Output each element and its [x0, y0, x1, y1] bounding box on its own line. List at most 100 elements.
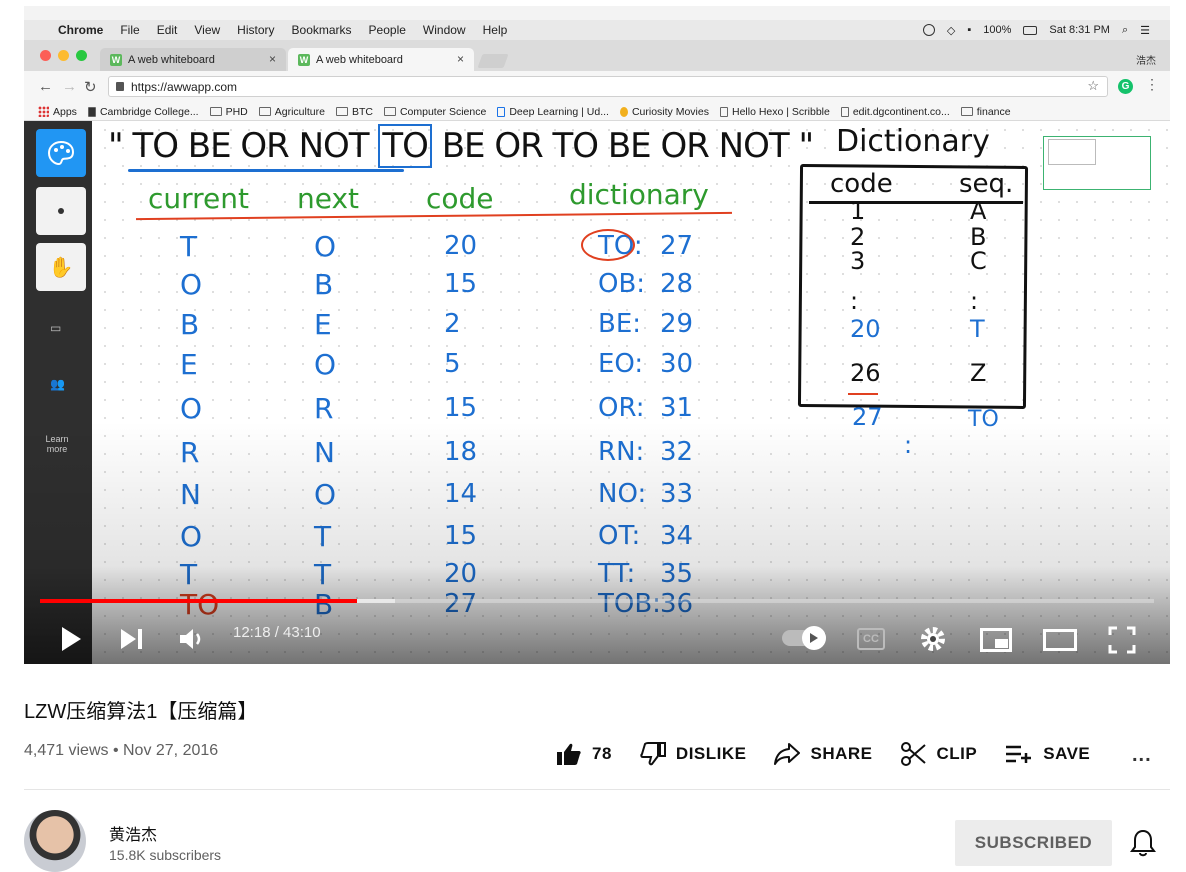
share-icon — [774, 743, 801, 765]
dict-col-code: code — [830, 169, 893, 199]
channel-avatar[interactable] — [24, 810, 86, 872]
theater-mode-button[interactable] — [1043, 629, 1077, 651]
dict-row-code: 2 — [850, 223, 866, 251]
row-dict-code: 31 — [660, 393, 694, 423]
battery-text: 100% — [983, 24, 1012, 36]
row-code: 15 — [444, 269, 478, 299]
browser-addressbar: ← → ↻ https://awwapp.com ☆ G ⋮ — [24, 71, 1170, 103]
page-icon — [840, 106, 849, 117]
subscribe-button[interactable]: SUBSCRIBED — [955, 820, 1112, 866]
minimize-window-icon — [58, 50, 69, 61]
dictionary-title: Dictionary — [836, 124, 990, 159]
add-user-icon: 👥 — [50, 377, 65, 391]
clip-button[interactable]: CLIP — [900, 742, 978, 766]
quote-underline — [128, 169, 404, 172]
battery-icon — [1023, 25, 1038, 35]
miniplayer-button[interactable] — [980, 628, 1012, 652]
dict-row-seq: B — [970, 223, 987, 251]
row-dict-entry: NO: — [598, 479, 647, 509]
row-code: 14 — [444, 479, 478, 509]
quote-part: BE OR TO BE OR NOT " — [431, 126, 814, 166]
more-actions-button[interactable]: ... — [1132, 744, 1152, 767]
video-meta: 4,471 views • Nov 27, 2016 — [24, 742, 219, 759]
settings-button[interactable] — [920, 626, 946, 652]
spotlight-icon: ⌕ — [1121, 23, 1129, 36]
bell-icon[interactable] — [1130, 829, 1156, 857]
wifi-icon: ◇ — [946, 24, 956, 37]
notification-icon: ☰ — [1140, 24, 1150, 37]
dict-row-seq: : — [970, 287, 979, 315]
like-button[interactable]: 78 — [556, 742, 612, 766]
dict-new-code: 27 — [852, 403, 883, 431]
dislike-label: DISLIKE — [675, 744, 747, 763]
video-player[interactable]: Chrome File Edit View History Bookmarks … — [24, 6, 1170, 664]
bookmark-item: Hello Hexo | Scribble — [719, 106, 830, 118]
time-display: 12:18 / 43:10 — [233, 624, 321, 641]
channel-name[interactable]: 黄浩杰 — [109, 821, 157, 845]
lock-icon — [116, 82, 124, 91]
row-code: 15 — [444, 393, 478, 423]
autoplay-toggle[interactable] — [782, 626, 826, 650]
close-tab-icon: × — [456, 52, 464, 66]
dictionary-header-line — [809, 201, 1023, 204]
row-dict-entry: OT: — [598, 521, 641, 551]
row-dict-code: 33 — [660, 479, 694, 509]
thumbs-up-icon — [557, 743, 581, 765]
minimap-viewport — [1048, 139, 1096, 165]
contact-card-icon: ▭ — [50, 321, 62, 335]
row-next: N — [314, 436, 335, 469]
menu-help: Help — [482, 23, 508, 37]
dict-row-code: 1 — [850, 197, 866, 225]
site-icon — [87, 106, 96, 117]
menu-people: People — [368, 23, 406, 37]
menu-chrome: Chrome — [58, 23, 104, 37]
row-dict-entry: BE: — [598, 309, 642, 339]
row-code: 5 — [444, 349, 461, 379]
fullscreen-button[interactable] — [1108, 626, 1136, 654]
row-dict-code: 27 — [660, 231, 694, 261]
profile-name: 浩杰 — [1136, 56, 1156, 67]
palette-icon — [47, 140, 75, 166]
browser-tab-active: W A web whiteboard × — [288, 48, 474, 71]
zoom-window-icon — [76, 50, 87, 61]
folder-icon — [335, 107, 348, 116]
playlist-add-icon — [1006, 745, 1032, 763]
menu-bookmarks: Bookmarks — [291, 23, 352, 37]
share-button[interactable]: SHARE — [774, 743, 872, 765]
bookmark-item: edit.dgcontinent.co... — [840, 106, 950, 118]
row-code: 15 — [444, 521, 478, 551]
clock-text: Sat 8:31 PM — [1049, 24, 1110, 36]
row-current: N — [180, 478, 201, 511]
row-dict-code: 29 — [660, 309, 694, 339]
row-next: E — [314, 308, 332, 341]
captions-button[interactable]: CC — [857, 628, 885, 650]
dislike-button[interactable]: DISLIKE — [640, 742, 747, 766]
bookmark-folder: finance — [960, 106, 1011, 118]
row-code: 20 — [444, 231, 478, 261]
row-next: T — [314, 520, 332, 553]
row-next: O — [314, 230, 337, 263]
divider — [24, 789, 1170, 790]
row-dict-code: 32 — [660, 437, 694, 467]
volume-button[interactable] — [179, 627, 207, 651]
dict-continue-dots: : — [904, 431, 913, 459]
save-label: SAVE — [1043, 744, 1091, 763]
save-button[interactable]: SAVE — [1005, 744, 1090, 764]
dict-row-code: 20 — [850, 315, 881, 343]
hand-tool: ✋ — [36, 243, 86, 291]
folder-icon — [383, 107, 396, 116]
share-label: SHARE — [810, 744, 873, 763]
menu-window: Window — [422, 23, 466, 37]
row-dict-entry: EO: — [598, 349, 644, 379]
row-next: R — [314, 392, 334, 425]
progress-bar[interactable] — [40, 599, 1154, 603]
row-next: O — [314, 348, 337, 381]
play-button[interactable] — [60, 626, 82, 652]
next-button[interactable] — [120, 628, 144, 650]
dot-icon — [58, 208, 64, 214]
col-next: next — [297, 182, 360, 215]
apps-grid-icon — [38, 106, 49, 117]
dict-row-code: 26 — [850, 359, 881, 387]
page-icon — [719, 106, 728, 117]
curiosity-icon — [619, 106, 628, 117]
